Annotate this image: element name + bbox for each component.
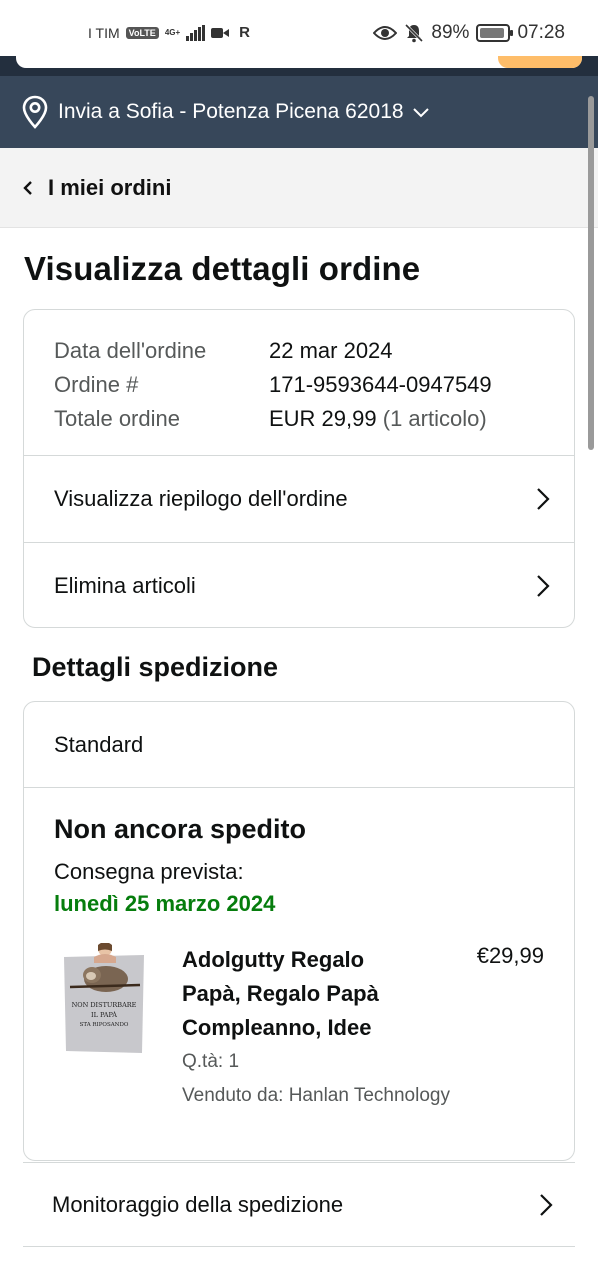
product-image[interactable]: NON DISTURBARE IL PAPÀ STA RIPOSANDO — [62, 943, 146, 1055]
track-shipment-link[interactable]: Monitoraggio della spedizione — [23, 1162, 575, 1246]
product-quantity: Q.tà: 1 — [182, 1051, 240, 1072]
delivery-estimate-date: lunedì 25 marzo 2024 — [54, 891, 276, 916]
product-image-text-2: IL PAPÀ — [91, 1010, 117, 1019]
network-type: 4G+ — [164, 27, 181, 37]
chevron-right-icon — [537, 488, 550, 510]
scrollbar[interactable] — [588, 96, 594, 450]
shipment-card: Standard Non ancora spedito Consegna pre… — [23, 701, 575, 1161]
order-total-value: EUR 29,99 (1 articolo) — [269, 402, 487, 436]
product-title-line: Papà, Regalo Papà — [182, 981, 379, 1006]
status-right: 89% 07:28 — [373, 22, 565, 44]
shipment-body: Non ancora spedito Consegna prevista: lu… — [24, 788, 574, 1123]
battery-icon — [476, 24, 514, 42]
delete-items-link[interactable]: Elimina articoli — [24, 542, 574, 627]
battery-percent: 89% — [431, 22, 470, 43]
track-shipment-label: Monitoraggio della spedizione — [52, 1191, 344, 1217]
product-price: €29,99 — [476, 943, 544, 968]
volte-badge: VoLTE — [125, 26, 159, 39]
delete-items-label: Elimina articoli — [54, 572, 196, 598]
delivery-estimate-label: Consegna prevista: — [54, 859, 244, 884]
chevron-right-icon — [537, 574, 550, 597]
search-button[interactable] — [498, 56, 582, 68]
eye-icon — [373, 26, 398, 40]
order-summary-link[interactable]: Visualizza riepilogo dell'ordine — [24, 456, 574, 542]
order-total-label: Totale ordine — [54, 406, 180, 431]
roaming-icon: R — [239, 24, 250, 41]
deliver-to-bar[interactable]: Invia a Sofia - Potenza Picena 62018 — [0, 76, 598, 148]
order-date-row: Data dell'ordine 22 mar 2024 — [54, 334, 544, 368]
video-icon — [211, 27, 230, 38]
deliver-to-label: Invia a Sofia - Potenza Picena 62018 — [58, 100, 404, 123]
location-pin-icon — [22, 95, 48, 129]
chevron-down-icon — [412, 108, 429, 118]
order-number-row: Ordine # 171-9593644-0947549 — [54, 368, 544, 402]
order-info: Data dell'ordine 22 mar 2024 Ordine # 17… — [24, 310, 574, 456]
product-image-text-1: NON DISTURBARE — [72, 1001, 137, 1009]
breadcrumb-label: I miei ordini — [48, 174, 172, 200]
order-total-row: Totale ordine EUR 29,99 (1 articolo) — [54, 402, 544, 436]
order-number-value: 171-9593644-0947549 — [269, 372, 492, 397]
order-date-label: Data dell'ordine — [54, 338, 207, 363]
order-total-amount: EUR 29,99 — [269, 406, 377, 431]
status-bar: I TIM VoLTE 4G+ R 89% 07:28 — [0, 0, 598, 56]
order-date-value: 22 mar 2024 — [269, 338, 393, 363]
order-summary-label: Visualizza riepilogo dell'ordine — [54, 486, 348, 511]
order-total-items: (1 articolo) — [382, 406, 487, 431]
chevron-right-icon — [540, 1193, 553, 1216]
next-link-row[interactable] — [23, 1246, 575, 1280]
breadcrumb[interactable]: I miei ordini — [0, 148, 598, 228]
product-title[interactable]: Adolgutty Regalo Papà, Regalo Papà Compl… — [182, 943, 422, 1045]
product-title-line: Adolgutty Regalo — [182, 947, 365, 972]
product-seller: Venduto da: Hanlan Technology — [182, 1085, 450, 1106]
status-left: I TIM VoLTE 4G+ R — [88, 24, 250, 41]
shipping-section-title: Dettagli spedizione — [32, 652, 279, 682]
clock: 07:28 — [517, 22, 565, 43]
shipment-status: Non ancora spedito — [54, 814, 307, 844]
product-title-line: Compleanno, Idee — [182, 1015, 372, 1040]
shipping-method: Standard — [24, 702, 574, 788]
carrier-label: I TIM — [88, 24, 120, 41]
bell-off-icon — [405, 23, 424, 43]
signal-icon — [186, 24, 206, 41]
order-info-card: Data dell'ordine 22 mar 2024 Ordine # 17… — [23, 309, 575, 628]
order-number-label: Ordine # — [54, 372, 139, 397]
page-title: Visualizza dettagli ordine — [24, 250, 421, 287]
product-item[interactable]: NON DISTURBARE IL PAPÀ STA RIPOSANDO Ado… — [54, 943, 544, 1123]
chevron-left-icon — [23, 180, 32, 195]
product-image-text-3: STA RIPOSANDO — [80, 1022, 129, 1028]
